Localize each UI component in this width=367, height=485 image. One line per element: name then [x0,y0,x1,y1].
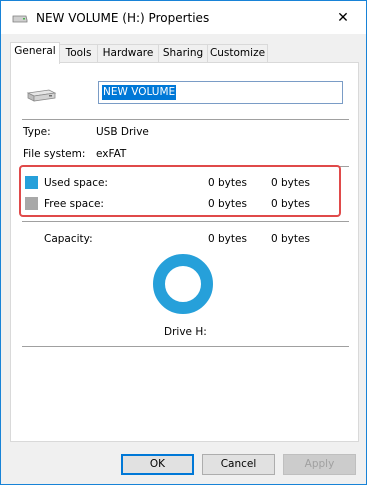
tab-general[interactable]: General [10,42,60,64]
type-label: Type: [23,126,51,138]
usb-drive-icon [25,85,57,107]
filesystem-label: File system: [23,148,86,160]
close-button[interactable]: ✕ [320,1,366,34]
used-space-size: 0 bytes [271,177,310,189]
ok-button[interactable]: OK [121,454,194,475]
capacity-label: Capacity: [44,233,93,245]
separator [22,346,349,347]
used-space-label: Used space: [44,177,108,189]
free-space-size: 0 bytes [271,198,310,210]
free-space-label: Free space: [44,198,104,210]
properties-window: NEW VOLUME (H:) Properties ✕ General Too… [0,0,367,485]
usb-drive-icon [12,14,28,23]
donut-free-ring [153,254,213,314]
tab-hardware[interactable]: Hardware [97,44,159,63]
drive-label: Drive H: [164,326,207,338]
separator [22,119,349,120]
cancel-button[interactable]: Cancel [202,454,275,475]
title-bar[interactable]: NEW VOLUME (H:) Properties ✕ [1,1,366,34]
used-space-bytes: 0 bytes [208,177,247,189]
general-panel: NEW VOLUME Type: USB Drive File system: … [10,62,359,442]
used-space-swatch [25,176,38,189]
apply-button[interactable]: Apply [283,454,356,475]
separator [22,221,349,222]
free-space-swatch [25,197,38,210]
capacity-donut-chart [153,254,213,314]
tab-customize[interactable]: Customize [207,44,268,63]
tab-tools[interactable]: Tools [59,44,98,63]
window-title: NEW VOLUME (H:) Properties [36,11,210,25]
close-icon: ✕ [337,9,349,26]
dialog-buttons: OK Cancel Apply [1,450,366,478]
type-value: USB Drive [96,126,149,138]
free-space-bytes: 0 bytes [208,198,247,210]
volume-name-input[interactable] [98,81,343,104]
capacity-bytes: 0 bytes [208,233,247,245]
filesystem-value: exFAT [96,148,127,160]
tab-sharing[interactable]: Sharing [158,44,208,63]
capacity-size: 0 bytes [271,233,310,245]
